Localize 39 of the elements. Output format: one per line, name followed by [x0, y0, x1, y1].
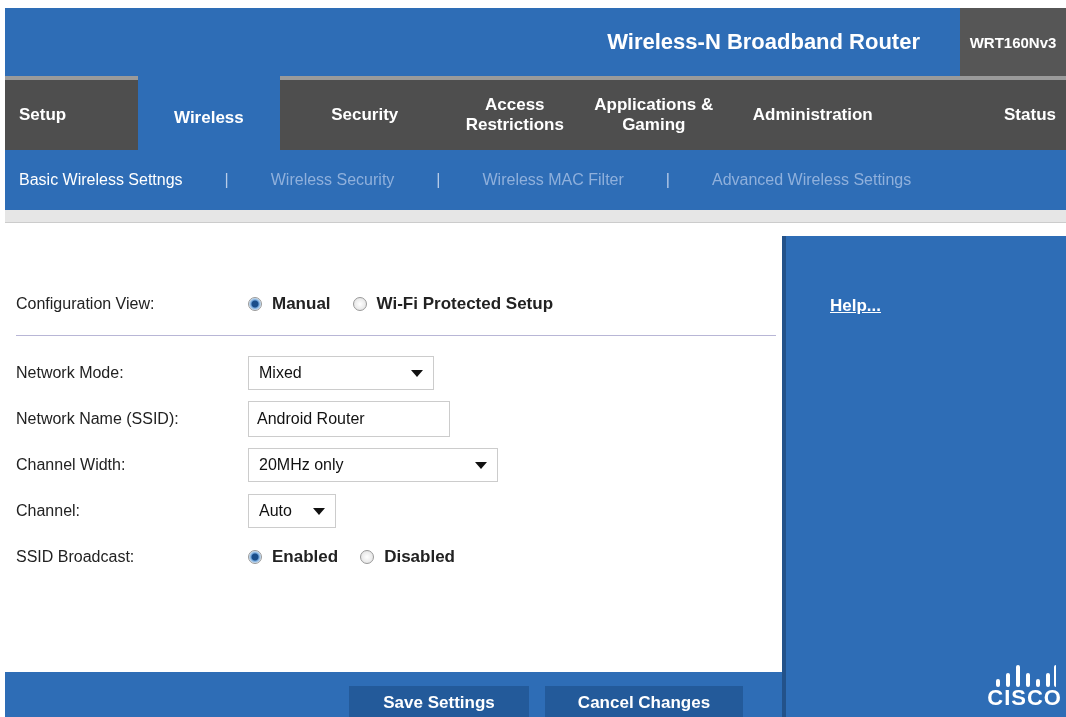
- separator: |: [436, 171, 441, 189]
- dropdown[interactable]: Mixed: [248, 356, 434, 390]
- radio-label: Disabled: [384, 547, 455, 567]
- field-label: SSID Broadcast:: [16, 548, 136, 566]
- logo-text: CISCO: [987, 687, 1062, 709]
- model-label: WRT160Nv3: [960, 8, 1066, 76]
- radio-button[interactable]: [248, 297, 262, 311]
- field-label: Network Name (SSID):: [16, 410, 180, 428]
- nav-tab[interactable]: Administration: [727, 80, 898, 150]
- field-label: Configuration View:: [16, 295, 156, 313]
- separator: |: [665, 171, 670, 189]
- router-title: Wireless-N Broadband Router: [607, 29, 920, 55]
- nav-tab[interactable]: Applications & Gaming: [579, 80, 728, 150]
- radio-button[interactable]: [360, 550, 375, 564]
- radio-button[interactable]: [248, 550, 262, 564]
- field-label: Channel Width:: [16, 456, 127, 474]
- dropdown[interactable]: 20MHz only: [248, 448, 498, 482]
- caret-icon: [475, 461, 487, 469]
- nav-tab[interactable]: Setup: [5, 80, 138, 150]
- field-label: Channel:: [16, 502, 82, 520]
- input-field[interactable]: Android Router: [248, 401, 450, 437]
- help-link[interactable]: Help...: [830, 296, 881, 316]
- caret-icon: [411, 369, 423, 377]
- subnav-link[interactable]: Basic Wireless Settngs: [19, 171, 183, 189]
- nav-tab[interactable]: Access Restrictions: [449, 80, 580, 150]
- action-button[interactable]: Cancel Changes: [545, 686, 743, 717]
- nav-tab[interactable]: Wireless: [138, 76, 280, 150]
- separator: |: [224, 171, 229, 189]
- radio-label: Enabled: [272, 547, 339, 567]
- dropdown[interactable]: Auto: [248, 494, 336, 528]
- cisco-logo-icon: [993, 665, 1056, 687]
- nav-tab[interactable]: Security: [279, 80, 450, 150]
- caret-icon: [313, 507, 325, 515]
- action-button[interactable]: Save Settings: [349, 686, 529, 717]
- radio-button[interactable]: [352, 297, 367, 311]
- field-label: Network Mode:: [16, 364, 125, 382]
- nav-tab[interactable]: Status: [897, 80, 1066, 150]
- radio-label: Manual: [272, 294, 331, 314]
- radio-label: Wi-Fi Protected Setup: [376, 294, 554, 314]
